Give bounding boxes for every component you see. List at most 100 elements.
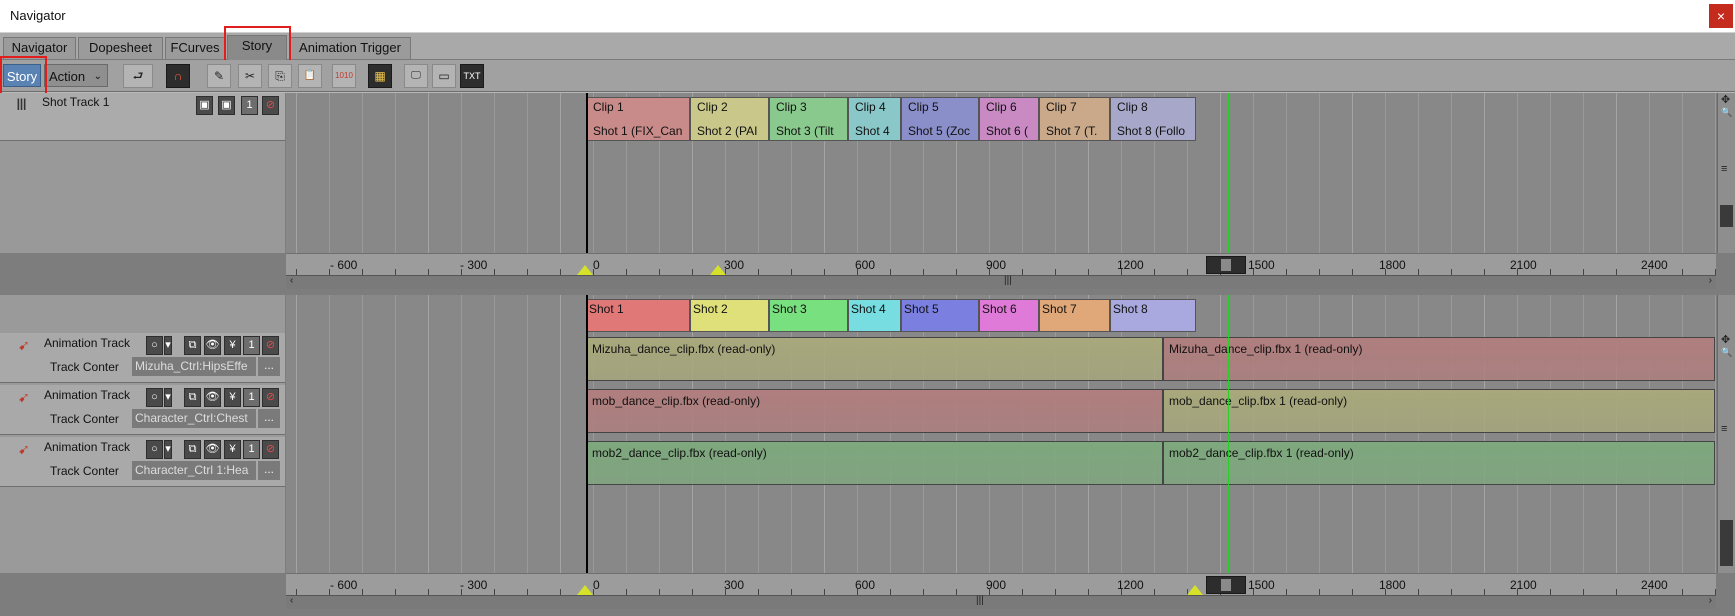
- tab-fcurves[interactable]: FCurves: [165, 37, 225, 59]
- solo-button[interactable]: 1: [243, 440, 260, 459]
- move-icon[interactable]: ✥: [1721, 93, 1730, 106]
- shot-clip[interactable]: Clip 1 Shot 1 (FIX_Can: [586, 97, 690, 141]
- key-icon[interactable]: ¥: [224, 336, 241, 355]
- ghost-dropdown[interactable]: ▾: [164, 336, 172, 355]
- track-content-field[interactable]: Mizuha_Ctrl:HipsEffe: [132, 357, 256, 376]
- tab-navigator[interactable]: Navigator: [3, 37, 76, 59]
- time-scrubber[interactable]: [1206, 256, 1246, 274]
- tab-dopesheet[interactable]: Dopesheet: [78, 37, 163, 59]
- track-content-field[interactable]: Character_Ctrl 1:Hea: [132, 461, 256, 480]
- start-frame-marker-lower[interactable]: [577, 585, 593, 595]
- bottom-ruler[interactable]: - 600- 300 0 300 600 900 1200 1500 1800 2100 2400: [286, 573, 1716, 595]
- top-ruler[interactable]: - 600- 300 0 300 600 900 1200 1500 1800 2100 2400: [286, 253, 1716, 275]
- scroll-grip[interactable]: |||: [1004, 275, 1012, 286]
- visibility-eye-icon[interactable]: 👁: [204, 336, 221, 355]
- ghost-toggle[interactable]: ○: [146, 440, 163, 459]
- vertical-scroll-thumb-lower[interactable]: [1720, 520, 1733, 566]
- paste-icon[interactable]: 📋: [298, 64, 322, 88]
- shot-track-solo-button[interactable]: 1: [241, 96, 258, 115]
- track-content-field[interactable]: Character_Ctrl:Chest: [132, 409, 256, 428]
- scroll-right-arrow-lower[interactable]: ›: [1709, 595, 1712, 606]
- scroll-left-arrow-lower[interactable]: ‹: [290, 595, 293, 606]
- shot-clip[interactable]: Clip 6 Shot 6 (: [979, 97, 1039, 141]
- layout-button[interactable]: ⧉: [184, 336, 201, 355]
- animation-track-header[interactable]: ➹ Animation Track Track Conter Character_Ct…: [0, 385, 285, 435]
- ghost-dropdown[interactable]: ▾: [164, 388, 172, 407]
- solo-button[interactable]: 1: [243, 388, 260, 407]
- shot-strip-item[interactable]: Shot 8: [1110, 299, 1196, 332]
- cut-icon[interactable]: ✂: [238, 64, 262, 88]
- animation-clip[interactable]: Mizuha_dance_clip.fbx 1 (read-only): [1163, 337, 1715, 381]
- shot-clip[interactable]: Clip 7 Shot 7 (T.: [1039, 97, 1110, 141]
- shot-clip[interactable]: Clip 5 Shot 5 (Zoc: [901, 97, 979, 141]
- text-icon[interactable]: TXT: [460, 64, 484, 88]
- shot-strip-item[interactable]: Shot 4: [848, 299, 901, 332]
- animation-clip[interactable]: Mizuha_dance_clip.fbx (read-only): [586, 337, 1163, 381]
- zoom-icon-lower[interactable]: 🔍: [1721, 347, 1732, 358]
- time-scrubber-lower[interactable]: [1206, 576, 1246, 594]
- zoom-icon[interactable]: 🔍: [1721, 107, 1732, 118]
- ghost-toggle[interactable]: ○: [146, 336, 163, 355]
- animation-clip[interactable]: mob2_dance_clip.fbx 1 (read-only): [1163, 441, 1715, 485]
- shot-strip-item[interactable]: Shot 7: [1039, 299, 1110, 332]
- copy-icon[interactable]: ⎘: [268, 64, 292, 88]
- animation-track-header[interactable]: ➹ Animation Track Track Conter Character_Ct…: [0, 437, 285, 487]
- track-content-browse-button[interactable]: ...: [258, 409, 280, 428]
- key-icon[interactable]: ¥: [224, 440, 241, 459]
- track-content-browse-button[interactable]: ...: [258, 461, 280, 480]
- end-frame-marker[interactable]: [710, 265, 726, 275]
- visibility-eye-icon[interactable]: 👁: [204, 440, 221, 459]
- shot-strip-item[interactable]: Shot 6: [979, 299, 1039, 332]
- frame-icon[interactable]: ▦: [368, 64, 392, 88]
- shot-clip[interactable]: Clip 8 Shot 8 (Follo: [1110, 97, 1196, 141]
- layout-button[interactable]: ⧉: [184, 440, 201, 459]
- bottom-horizontal-scrollbar[interactable]: ‹ ||| ›: [286, 595, 1716, 609]
- render-icon[interactable]: ▭: [432, 64, 456, 88]
- shot-strip-item[interactable]: Shot 2: [690, 299, 769, 332]
- mute-button[interactable]: ⊘: [262, 440, 279, 459]
- magnet-icon[interactable]: ∩: [166, 64, 190, 88]
- top-vertical-scrollbar[interactable]: ✥ 🔍 ≡: [1717, 93, 1735, 253]
- animation-clip[interactable]: mob_dance_clip.fbx 1 (read-only): [1163, 389, 1715, 433]
- scroll-left-arrow[interactable]: ‹: [290, 275, 293, 286]
- ghost-dropdown[interactable]: ▾: [164, 440, 172, 459]
- scroll-grip-lower[interactable]: |||: [976, 595, 984, 606]
- top-horizontal-scrollbar[interactable]: ‹ ||| ›: [286, 275, 1716, 289]
- shot-track-mute-button[interactable]: ⊘: [262, 96, 279, 115]
- animation-clip[interactable]: mob_dance_clip.fbx (read-only): [586, 389, 1163, 433]
- bottom-vertical-scrollbar[interactable]: ✥ 🔍 ≡: [1717, 295, 1735, 573]
- start-frame-marker[interactable]: [577, 265, 593, 275]
- story-mode-button[interactable]: Story: [3, 64, 41, 87]
- mute-button[interactable]: ⊘: [262, 388, 279, 407]
- mute-button[interactable]: ⊘: [262, 336, 279, 355]
- shot-strip-item[interactable]: Shot 5: [901, 299, 979, 332]
- vertical-scroll-thumb[interactable]: [1720, 205, 1733, 227]
- tab-animation-trigger[interactable]: Animation Trigger: [289, 37, 411, 59]
- ghost-toggle[interactable]: ○: [146, 388, 163, 407]
- return-icon[interactable]: ⮐: [123, 64, 153, 88]
- grip-icon-lower[interactable]: ≡: [1721, 423, 1727, 435]
- solo-button[interactable]: 1: [243, 336, 260, 355]
- animation-clip[interactable]: mob2_dance_clip.fbx (read-only): [586, 441, 1163, 485]
- shot-track-header[interactable]: Ⅲ Shot Track 1 ▣ ▣ 1 ⊘: [0, 93, 285, 141]
- shot-clip[interactable]: Clip 3 Shot 3 (Tilt: [769, 97, 848, 141]
- monitor-icon[interactable]: 🖵: [404, 64, 428, 88]
- shot-track-view-button[interactable]: ▣: [196, 96, 213, 115]
- shot-clip[interactable]: Clip 2 Shot 2 (PAI: [690, 97, 769, 141]
- record-1010-icon[interactable]: 1010: [332, 64, 356, 88]
- action-mode-dropdown[interactable]: Action ⌄: [44, 64, 108, 87]
- shot-track-layout-button[interactable]: ▣: [218, 96, 235, 115]
- scroll-right-arrow[interactable]: ›: [1709, 275, 1712, 286]
- visibility-eye-icon[interactable]: 👁: [204, 388, 221, 407]
- move-icon-lower[interactable]: ✥: [1721, 333, 1730, 346]
- grip-icon[interactable]: ≡: [1721, 163, 1727, 175]
- animation-track-header[interactable]: ➹ Animation Track Track Conter Mizuha_Ctrl:…: [0, 333, 285, 383]
- shot-clip[interactable]: Clip 4 Shot 4: [848, 97, 901, 141]
- layout-button[interactable]: ⧉: [184, 388, 201, 407]
- shot-strip-item[interactable]: Shot 3: [769, 299, 848, 332]
- edit-icon[interactable]: ✎: [207, 64, 231, 88]
- track-content-browse-button[interactable]: ...: [258, 357, 280, 376]
- end-frame-marker-lower[interactable]: [1187, 585, 1203, 595]
- close-button[interactable]: ×: [1709, 4, 1733, 28]
- key-icon[interactable]: ¥: [224, 388, 241, 407]
